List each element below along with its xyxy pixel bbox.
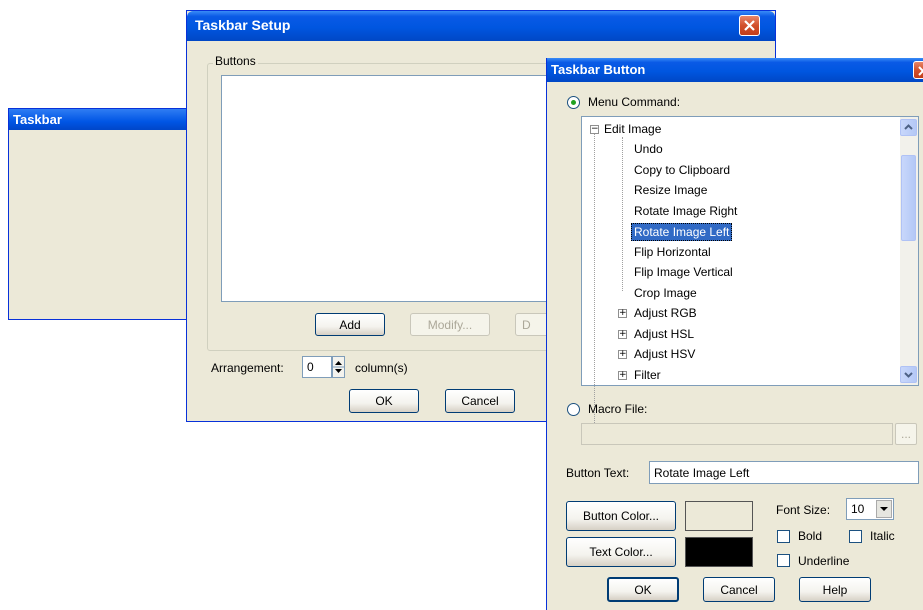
font-size-value: 10 bbox=[851, 502, 865, 516]
taskbar-window: Taskbar bbox=[8, 108, 188, 320]
tree-item-crop[interactable]: Crop Image bbox=[634, 285, 697, 301]
scroll-thumb[interactable] bbox=[901, 155, 916, 241]
scroll-up-button[interactable] bbox=[900, 119, 917, 136]
buttons-group-label: Buttons bbox=[213, 54, 258, 68]
underline-label: Underline bbox=[798, 554, 850, 568]
bold-checkbox[interactable] bbox=[777, 530, 790, 543]
button-text-label: Button Text: bbox=[566, 466, 630, 480]
chevron-up-icon bbox=[904, 124, 913, 130]
tree-sub-lines bbox=[622, 137, 624, 291]
arrangement-label: Arrangement: bbox=[211, 361, 284, 375]
button-dialog-title: Taskbar Button bbox=[551, 62, 646, 77]
italic-label: Italic bbox=[870, 529, 895, 543]
spinner-arrows-icon bbox=[333, 361, 344, 373]
chevron-down-icon bbox=[904, 372, 913, 378]
button-text-input[interactable]: Rotate Image Left bbox=[649, 461, 919, 484]
macro-file-input[interactable] bbox=[581, 423, 893, 445]
menu-command-label: Menu Command: bbox=[588, 95, 681, 109]
collapse-icon[interactable]: − bbox=[590, 125, 599, 134]
expand-icon[interactable]: + bbox=[618, 309, 627, 318]
dialog-help-button[interactable]: Help bbox=[799, 577, 871, 602]
macro-browse-button[interactable]: ... bbox=[895, 423, 917, 445]
tree-group-filter[interactable]: Filter bbox=[634, 367, 661, 383]
setup-ok-button[interactable]: OK bbox=[349, 389, 419, 413]
button-color-swatch bbox=[685, 501, 753, 531]
expand-icon[interactable]: + bbox=[618, 350, 627, 359]
taskbar-button-dialog: Taskbar Button Menu Command: − Edit Imag… bbox=[546, 58, 923, 610]
setup-title: Taskbar Setup bbox=[195, 17, 291, 33]
tree-item-copy[interactable]: Copy to Clipboard bbox=[634, 162, 730, 178]
dialog-cancel-button[interactable]: Cancel bbox=[703, 577, 775, 602]
bold-label: Bold bbox=[798, 529, 823, 543]
setup-close-button[interactable] bbox=[739, 15, 760, 36]
expand-icon[interactable]: + bbox=[618, 330, 627, 339]
tree-root-item[interactable]: Edit Image bbox=[604, 121, 661, 137]
arrangement-value: 0 bbox=[307, 360, 314, 374]
tree-item-rotate-left[interactable]: Rotate Image Left bbox=[631, 223, 733, 241]
scroll-down-button[interactable] bbox=[900, 366, 917, 383]
button-dialog-close-button[interactable] bbox=[913, 61, 923, 79]
tree-item-flip-vertical[interactable]: Flip Image Vertical bbox=[634, 264, 733, 280]
arrangement-spinner[interactable] bbox=[332, 356, 345, 378]
close-icon bbox=[744, 20, 755, 31]
tree-scrollbar[interactable] bbox=[900, 117, 918, 385]
font-size-select[interactable]: 10 bbox=[846, 498, 894, 520]
button-dialog-titlebar[interactable]: Taskbar Button bbox=[547, 58, 923, 82]
expand-icon[interactable]: + bbox=[618, 371, 627, 380]
tree-item-rotate-right[interactable]: Rotate Image Right bbox=[634, 203, 737, 219]
close-icon bbox=[918, 66, 923, 76]
tree-item-undo[interactable]: Undo bbox=[634, 141, 663, 157]
dialog-ok-label: OK bbox=[634, 582, 652, 597]
menu-command-radio[interactable] bbox=[567, 96, 580, 109]
setup-titlebar[interactable]: Taskbar Setup bbox=[187, 11, 775, 41]
font-size-dropdown-button[interactable] bbox=[876, 500, 892, 518]
tree-lines bbox=[594, 134, 596, 439]
text-color-button[interactable]: Text Color... bbox=[566, 537, 676, 567]
tree-group-adjust-hsl[interactable]: Adjust HSL bbox=[634, 326, 694, 342]
buttons-list[interactable] bbox=[221, 75, 587, 302]
tree-group-adjust-rgb[interactable]: Adjust RGB bbox=[634, 305, 697, 321]
tree-item-resize[interactable]: Resize Image bbox=[634, 182, 707, 198]
modify-button[interactable]: Modify... bbox=[410, 313, 490, 336]
button-color-button[interactable]: Button Color... bbox=[566, 501, 676, 531]
tree-group-adjust-hsv[interactable]: Adjust HSV bbox=[634, 346, 695, 362]
arrangement-input[interactable]: 0 bbox=[302, 356, 332, 378]
taskbar-title: Taskbar bbox=[13, 112, 62, 127]
taskbar-titlebar[interactable]: Taskbar bbox=[9, 109, 188, 130]
add-button[interactable]: Add bbox=[315, 313, 385, 336]
delete-button-label: D bbox=[522, 317, 531, 332]
chevron-down-icon bbox=[880, 507, 888, 511]
setup-cancel-button[interactable]: Cancel bbox=[445, 389, 515, 413]
columns-label: column(s) bbox=[355, 361, 408, 375]
dialog-ok-button[interactable]: OK bbox=[607, 577, 679, 602]
button-text-value: Rotate Image Left bbox=[654, 466, 750, 480]
text-color-swatch bbox=[685, 537, 753, 567]
macro-file-label: Macro File: bbox=[588, 402, 648, 416]
italic-checkbox[interactable] bbox=[849, 530, 862, 543]
font-size-label: Font Size: bbox=[776, 503, 831, 517]
underline-checkbox[interactable] bbox=[777, 554, 790, 567]
tree-item-flip-horizontal[interactable]: Flip Horizontal bbox=[634, 244, 711, 260]
macro-file-radio[interactable] bbox=[567, 403, 580, 416]
menu-command-tree[interactable]: − Edit Image Undo Copy to Clipboard Resi… bbox=[581, 116, 919, 439]
